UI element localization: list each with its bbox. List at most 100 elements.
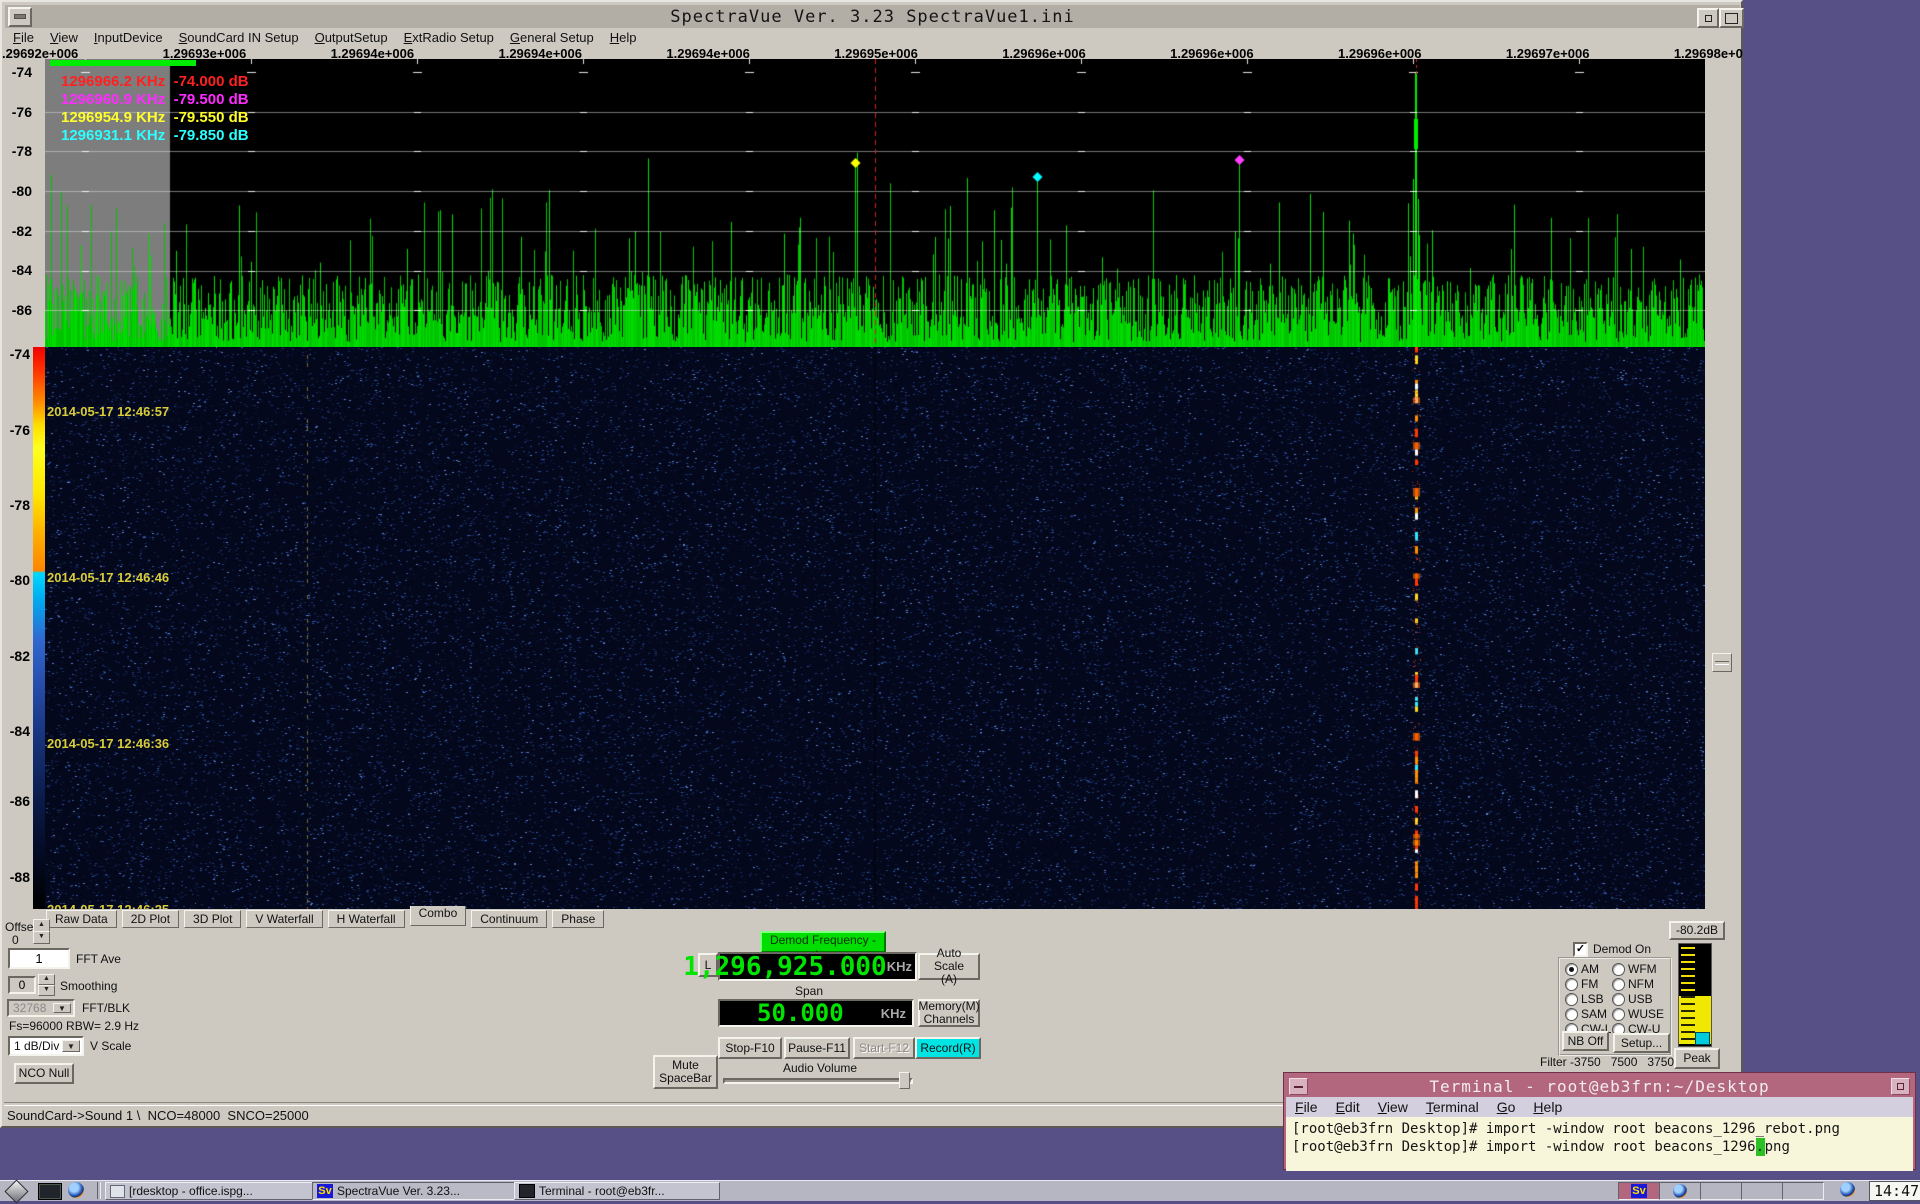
record-button[interactable]: Record(R) <box>915 1037 981 1059</box>
fft-blk-dropdown-arrow[interactable]: ▼ <box>53 1003 71 1013</box>
menu-file[interactable]: File <box>5 29 42 45</box>
meter-ticks-bottom <box>1681 996 1695 1044</box>
scroll-thumb-ridge <box>1715 661 1729 665</box>
radio-label-sam: SAM <box>1581 1007 1607 1021</box>
terminal-menu-view[interactable]: View <box>1369 1099 1417 1115</box>
tab-continuum[interactable]: Continuum <box>471 910 547 928</box>
fft-ave-input[interactable]: 1 <box>8 948 70 969</box>
readout-line-1: 1296960.9 KHz -79.500 dB <box>61 91 249 109</box>
firefox-launcher-icon[interactable] <box>68 1182 84 1198</box>
terminal-menu-terminal[interactable]: Terminal <box>1417 1099 1488 1115</box>
taskbar-separator <box>97 1182 101 1199</box>
audio-volume-track[interactable] <box>723 1078 913 1084</box>
tab-combo[interactable]: Combo <box>410 906 467 926</box>
terminal-maximize-icon <box>1897 1083 1904 1090</box>
terminal-title-bar[interactable]: Terminal - root@eb3frn:~/Desktop <box>1286 1075 1913 1097</box>
tab-h-waterfall[interactable]: H Waterfall <box>328 910 405 928</box>
menu-soundcard-in-setup[interactable]: SoundCard IN Setup <box>171 29 307 45</box>
terminal-line1: [root@eb3frn Desktop]# import -window ro… <box>1292 1120 1907 1138</box>
mute-button[interactable]: Mute SpaceBar <box>653 1055 718 1089</box>
minimize-button[interactable] <box>1697 8 1719 28</box>
pager-cell-4[interactable] <box>1741 1182 1783 1200</box>
tab-3d-plot[interactable]: 3D Plot <box>184 910 241 928</box>
fft-ave-label: FFT Ave <box>76 952 121 966</box>
stop-button[interactable]: Stop-F10 <box>718 1037 782 1059</box>
level-meter[interactable] <box>1678 943 1712 1047</box>
radio-usb[interactable] <box>1612 993 1625 1006</box>
terminal-cursor: . <box>1756 1138 1765 1156</box>
radio-label-am: AM <box>1581 962 1599 976</box>
radio-fm[interactable] <box>1565 978 1578 991</box>
level-readout[interactable]: -80.2dB <box>1669 921 1725 940</box>
frequency-axis: .29692e+0061.29693e+0061.29694e+0061.296… <box>2 46 1743 59</box>
tab-2d-plot[interactable]: 2D Plot <box>122 910 179 928</box>
auto-scale-button[interactable]: Auto Scale (A) <box>918 953 980 980</box>
terminal-menu-help[interactable]: Help <box>1524 1099 1571 1115</box>
menu-view[interactable]: View <box>42 29 86 45</box>
marker-readout: 1296966.2 KHz -74.000 dB1296960.9 KHz -7… <box>61 73 249 145</box>
tab-phase[interactable]: Phase <box>552 910 604 928</box>
tray-firefox-icon[interactable] <box>1840 1182 1855 1197</box>
radio-wuse[interactable] <box>1612 1008 1625 1021</box>
menu-outputsetup[interactable]: OutputSetup <box>307 29 396 45</box>
task-button-label: [rdesktop - office.ispg... <box>129 1184 253 1198</box>
nco-null-button[interactable]: NCO Null <box>14 1063 74 1084</box>
task-button-spectravue-ver[interactable]: SvSpectraVue Ver. 3.23... <box>312 1182 520 1200</box>
radio-wfm[interactable] <box>1612 963 1625 976</box>
terminal-menu-file[interactable]: File <box>1286 1099 1327 1115</box>
terminal-menu-go[interactable]: Go <box>1488 1099 1525 1115</box>
radio-am[interactable] <box>1565 963 1578 976</box>
memory-channels-button[interactable]: Memory(M) Channels <box>918 999 980 1027</box>
menu-help[interactable]: Help <box>602 29 645 45</box>
frequency-display[interactable]: 1,296,925.000 KHz <box>718 952 917 981</box>
pager-cell-5[interactable] <box>1782 1182 1824 1200</box>
menu-general-setup[interactable]: General Setup <box>502 29 602 45</box>
tab-raw-data[interactable]: Raw Data <box>46 910 117 928</box>
pager-cell-3[interactable] <box>1700 1182 1742 1200</box>
readout-line-3: 1296931.1 KHz -79.850 dB <box>61 127 249 145</box>
pause-button[interactable]: Pause-F11 <box>784 1037 850 1059</box>
terminal-line2-tail: png <box>1765 1139 1790 1155</box>
audio-volume-handle[interactable] <box>899 1072 910 1089</box>
menu-inputdevice[interactable]: InputDevice <box>86 29 171 45</box>
vscale-dropdown-arrow[interactable]: ▼ <box>62 1040 80 1052</box>
setup-button[interactable]: Setup... <box>1613 1033 1670 1053</box>
waterfall-db--74: -74 <box>2 347 30 361</box>
meter-threshold-handle[interactable] <box>1695 1032 1710 1045</box>
spectravue-window: SpectraVue Ver. 3.23 SpectraVue1.ini Fil… <box>0 0 1743 1128</box>
nb-off-button[interactable]: NB Off <box>1562 1031 1609 1051</box>
radio-nfm[interactable] <box>1612 978 1625 991</box>
smoothing-value[interactable]: 0 <box>8 976 36 994</box>
menu-extradio-setup[interactable]: ExtRadio Setup <box>396 29 502 45</box>
peak-button[interactable]: Peak <box>1674 1048 1720 1069</box>
radio-sam[interactable] <box>1565 1008 1578 1021</box>
terminal-launcher-icon[interactable] <box>38 1183 62 1200</box>
spectrum-display[interactable]: 1296966.2 KHz -74.000 dB1296960.9 KHz -7… <box>45 59 1705 347</box>
freq-tick-7: 1.29696e+006 <box>1170 46 1254 59</box>
waterfall-display[interactable]: 2014-05-17 12:46:572014-05-17 12:46:4620… <box>45 347 1705 909</box>
window-icon <box>110 1185 125 1198</box>
terminal-menu-edit[interactable]: Edit <box>1327 1099 1369 1115</box>
fft-blk-combo[interactable]: 32768 ▼ <box>7 999 75 1017</box>
terminal-maximize-button[interactable] <box>1891 1078 1910 1095</box>
scroll-thumb[interactable] <box>1712 653 1732 672</box>
task-button-terminal-roo[interactable]: Terminal - root@eb3fr... <box>514 1182 720 1200</box>
radio-lsb[interactable] <box>1565 993 1578 1006</box>
demod-on-checkbox[interactable]: ✓ <box>1573 942 1588 957</box>
vscale-combo[interactable]: 1 dB/Div ▼ <box>8 1036 84 1056</box>
span-display[interactable]: 50.000 KHz <box>718 999 914 1027</box>
terminal-content[interactable]: [root@eb3frn Desktop]# import -window ro… <box>1286 1117 1913 1171</box>
pager-cell-2[interactable] <box>1659 1182 1701 1200</box>
smoothing-up-button[interactable]: ▲ <box>38 974 55 985</box>
maximize-button[interactable] <box>1719 8 1744 28</box>
fs-rbw-text: Fs=96000 RBW= 2.9 Hz <box>9 1019 139 1033</box>
tab-v-waterfall[interactable]: V Waterfall <box>246 910 322 928</box>
pager-cell-1[interactable]: Sv <box>1618 1182 1660 1200</box>
meter-ticks-top <box>1681 947 1695 996</box>
demod-frequency-button[interactable]: Demod Frequency - Ins <box>760 931 886 953</box>
task-button-label: Terminal - root@eb3fr... <box>539 1184 665 1198</box>
task-button-rdesktop-of[interactable]: [rdesktop - office.ispg... <box>105 1182 318 1200</box>
smoothing-down-button[interactable]: ▼ <box>38 985 55 996</box>
start-button[interactable]: Start-F12 <box>853 1037 915 1059</box>
offset-down-button[interactable]: ▼ <box>33 931 50 944</box>
